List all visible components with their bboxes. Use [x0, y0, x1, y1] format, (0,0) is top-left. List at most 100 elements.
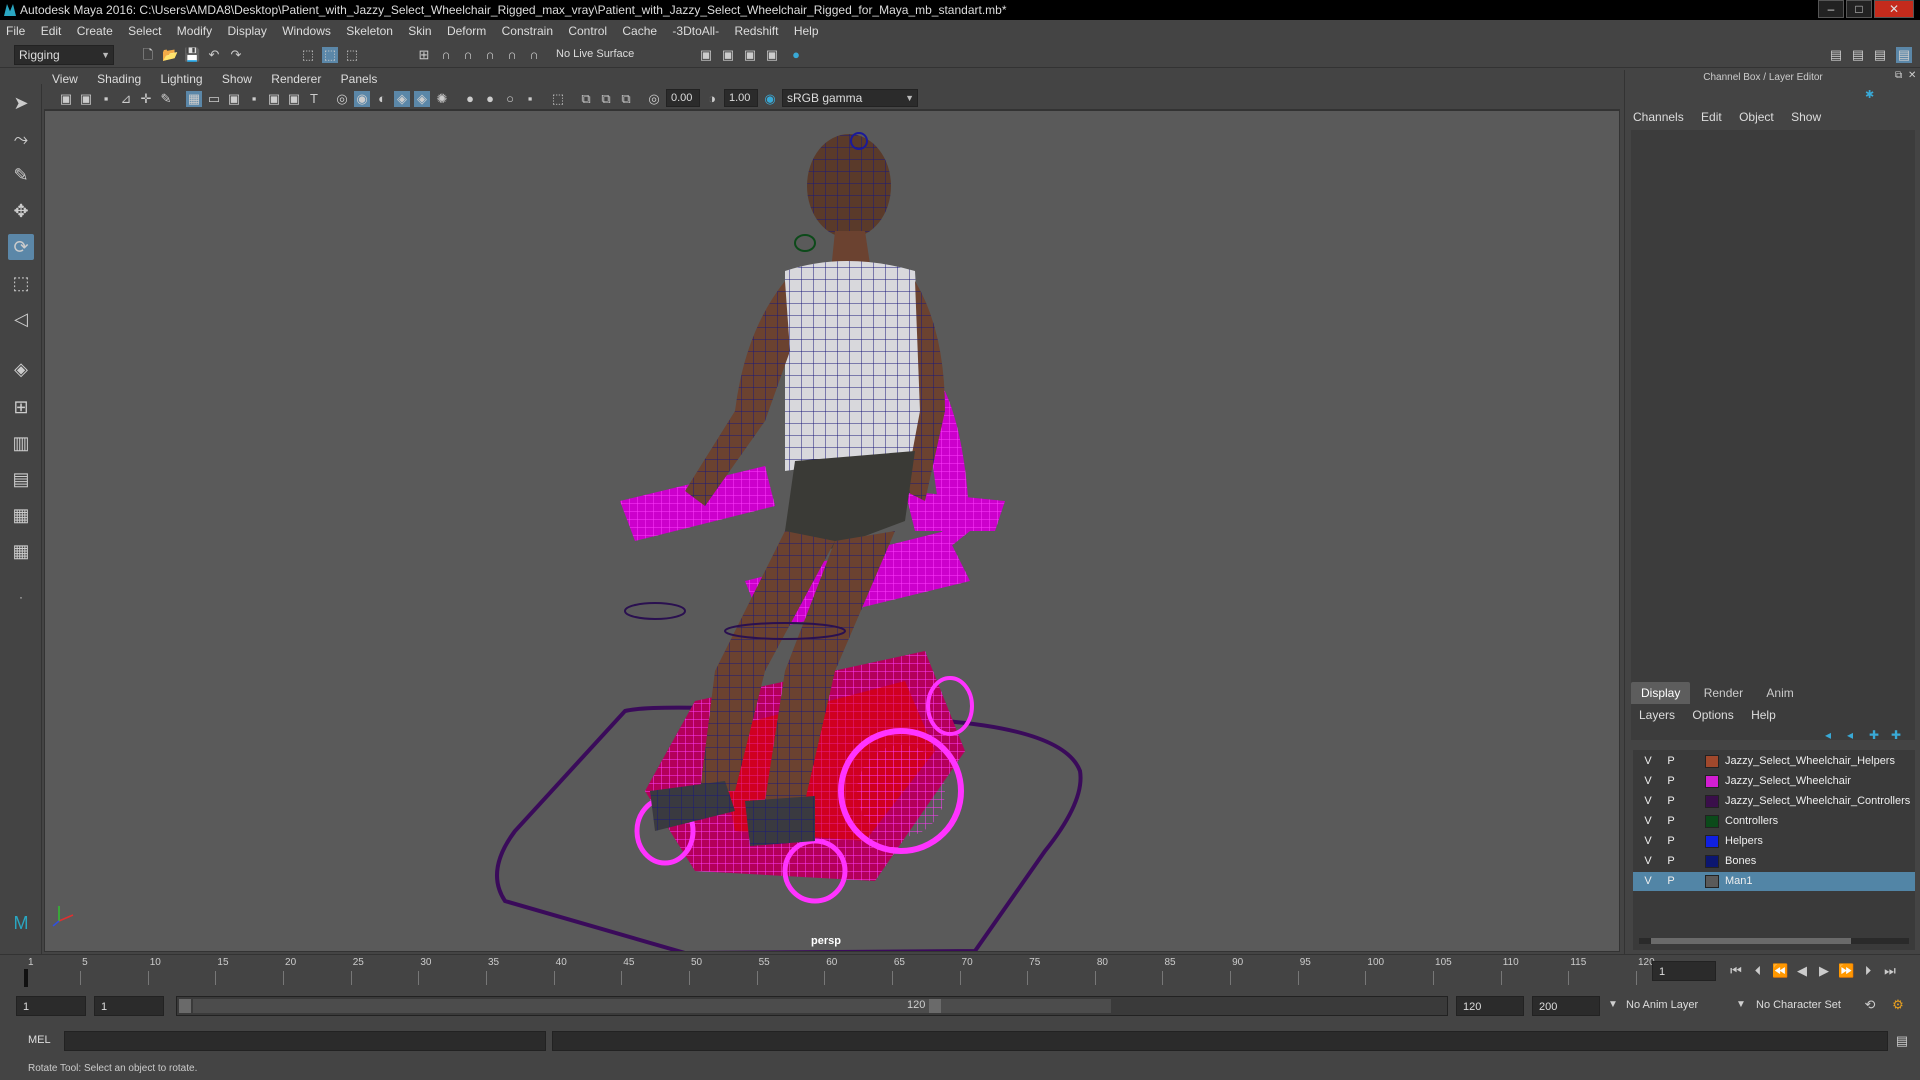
lasso-tool-icon[interactable]: ⤳ — [8, 126, 34, 152]
menu-edit[interactable]: Edit — [35, 20, 68, 42]
show-menu[interactable]: Show — [1791, 110, 1821, 124]
menu-redshift[interactable]: Redshift — [728, 20, 784, 42]
play-forwards-icon[interactable]: ▶ — [1816, 963, 1832, 979]
color-management-icon[interactable]: ◉ — [762, 91, 778, 107]
snap-grid-icon[interactable]: ⊞ — [416, 47, 432, 63]
command-input[interactable] — [64, 1031, 546, 1051]
resolution-gate-icon[interactable]: ▣ — [226, 91, 242, 107]
menu-select[interactable]: Select — [122, 20, 167, 42]
render-frame-icon[interactable]: ▣ — [720, 47, 736, 63]
menu-create[interactable]: Create — [71, 20, 119, 42]
wireframe-on-shaded-icon[interactable]: ◐ — [374, 91, 390, 107]
safe-title-icon[interactable]: T — [306, 91, 322, 107]
render-view-icon[interactable]: ▣ — [764, 47, 780, 63]
save-scene-icon[interactable]: 💾 — [184, 47, 200, 63]
select-hierarchy-icon[interactable]: ⬚ — [300, 47, 316, 63]
gamma-icon[interactable]: ◑ — [704, 91, 720, 107]
layout-hypershade-icon[interactable]: ▦ — [8, 538, 34, 564]
layer-color-swatch[interactable] — [1705, 875, 1719, 888]
use-all-lights-icon[interactable]: ◈ — [414, 91, 430, 107]
float-panel-icon[interactable]: ⧉ — [1895, 70, 1902, 81]
camera-select-icon[interactable]: ▣ — [58, 91, 74, 107]
channel-box-settings-icon[interactable]: ✱ — [1865, 88, 1874, 101]
range-start-handle[interactable] — [179, 999, 191, 1013]
layer-visibility-toggle[interactable]: V — [1641, 812, 1655, 831]
select-object-icon[interactable]: ⬚ — [322, 47, 338, 63]
layer-visibility-toggle[interactable]: V — [1641, 852, 1655, 871]
time-slider[interactable]: 1 5 10 15 20 25 30 35 40 45 50 55 60 65 70 75 80 85 90 95 10… — [0, 954, 1920, 988]
tab-render[interactable]: Render — [1694, 682, 1753, 704]
move-layer-up-icon[interactable]: ◂ — [1825, 728, 1831, 742]
layer-color-swatch[interactable] — [1705, 775, 1719, 788]
redo-icon[interactable]: ↷ — [228, 47, 244, 63]
step-back-frame-icon[interactable]: ⏪ — [1772, 963, 1788, 979]
scrollbar-thumb[interactable] — [1651, 938, 1851, 944]
animation-end-field[interactable]: 200 — [1532, 996, 1600, 1016]
layer-color-swatch[interactable] — [1705, 835, 1719, 848]
script-editor-icon[interactable]: ▤ — [1894, 1033, 1910, 1049]
help-menu[interactable]: Help — [1751, 708, 1776, 722]
layer-playback-toggle[interactable]: P — [1664, 792, 1678, 811]
menu-set-dropdown[interactable]: Rigging ▼ — [14, 45, 114, 65]
animation-preferences-icon[interactable]: ⚙ — [1890, 997, 1906, 1013]
image-plane-icon[interactable]: ⊿ — [118, 91, 134, 107]
two-d-pan-icon[interactable]: ✛ — [138, 91, 154, 107]
menu-cache[interactable]: Cache — [616, 20, 663, 42]
menu-file[interactable]: File — [0, 20, 31, 42]
more-tools-icon[interactable]: · — [8, 584, 34, 610]
menu-control[interactable]: Control — [562, 20, 613, 42]
chevron-down-icon[interactable]: ▼ — [1736, 999, 1746, 1010]
tab-anim[interactable]: Anim — [1756, 682, 1803, 704]
camera-attributes-icon[interactable]: ▣ — [78, 91, 94, 107]
layer-color-swatch[interactable] — [1705, 795, 1719, 808]
live-surface-label[interactable]: No Live Surface — [556, 48, 634, 60]
menu-constrain[interactable]: Constrain — [496, 20, 559, 42]
bookmark-icon[interactable]: ▪ — [98, 91, 114, 107]
current-frame-field[interactable]: 1 — [1652, 961, 1716, 981]
safe-action-icon[interactable]: ▣ — [286, 91, 302, 107]
close-panel-icon[interactable]: ✕ — [1908, 70, 1916, 81]
grease-pencil-icon[interactable]: ✎ — [158, 91, 174, 107]
exposure-icon[interactable]: ◎ — [646, 91, 662, 107]
layer-playback-toggle[interactable]: P — [1664, 852, 1678, 871]
layer-color-swatch[interactable] — [1705, 755, 1719, 768]
new-layer-selected-icon[interactable]: ✚ — [1891, 728, 1901, 742]
options-menu[interactable]: Options — [1692, 708, 1733, 722]
new-scene-icon[interactable]: 🗋 — [140, 47, 156, 63]
chevron-down-icon[interactable]: ▼ — [1608, 999, 1618, 1010]
layout-two-icon[interactable]: ▥ — [8, 430, 34, 456]
layer-color-swatch[interactable] — [1705, 815, 1719, 828]
smooth-shade-icon[interactable]: ◉ — [354, 91, 370, 107]
menu-3dtoall[interactable]: -3DtoAll- — [666, 20, 725, 42]
layout-outliner-icon[interactable]: ▤ — [8, 466, 34, 492]
hypershade-icon[interactable]: ● — [788, 47, 804, 63]
snap-curve-icon[interactable]: ∩ — [438, 47, 454, 63]
new-empty-layer-icon[interactable]: ✚ — [1869, 728, 1879, 742]
ipr-render-icon[interactable]: ▣ — [742, 47, 758, 63]
gate-mask-icon[interactable]: ▪ — [246, 91, 262, 107]
channel-list[interactable] — [1631, 130, 1915, 740]
snap-live-icon[interactable]: ∩ — [526, 47, 542, 63]
snap-point-icon[interactable]: ∩ — [460, 47, 476, 63]
current-time-marker[interactable] — [24, 969, 28, 987]
move-layer-down-icon[interactable]: ◂ — [1847, 728, 1853, 742]
layer-row-selected[interactable]: V P Man1 — [1633, 872, 1915, 891]
select-component-icon[interactable]: ⬚ — [344, 47, 360, 63]
playback-start-field[interactable]: 1 — [94, 996, 164, 1016]
shadows-icon[interactable]: ✺ — [434, 91, 450, 107]
menu-help[interactable]: Help — [788, 20, 825, 42]
panel-menu-lighting[interactable]: Lighting — [153, 70, 211, 88]
menu-skeleton[interactable]: Skeleton — [340, 20, 399, 42]
panel-menu-show[interactable]: Show — [214, 70, 260, 88]
object-menu[interactable]: Object — [1739, 110, 1774, 124]
close-button[interactable]: ✕ — [1874, 0, 1914, 18]
playback-end-field[interactable]: 120 — [1456, 996, 1524, 1016]
layer-scrollbar[interactable] — [1639, 938, 1909, 944]
motion-blur-icon[interactable]: ● — [482, 91, 498, 107]
command-language-label[interactable]: MEL — [28, 1034, 51, 1046]
attribute-editor-icon[interactable]: ▤ — [1850, 47, 1866, 63]
paint-select-icon[interactable]: ✎ — [8, 162, 34, 188]
last-tool-icon[interactable]: ◁ — [8, 306, 34, 332]
gamma-field[interactable]: 1.00 — [724, 89, 758, 107]
layer-playback-toggle[interactable]: P — [1664, 872, 1678, 891]
